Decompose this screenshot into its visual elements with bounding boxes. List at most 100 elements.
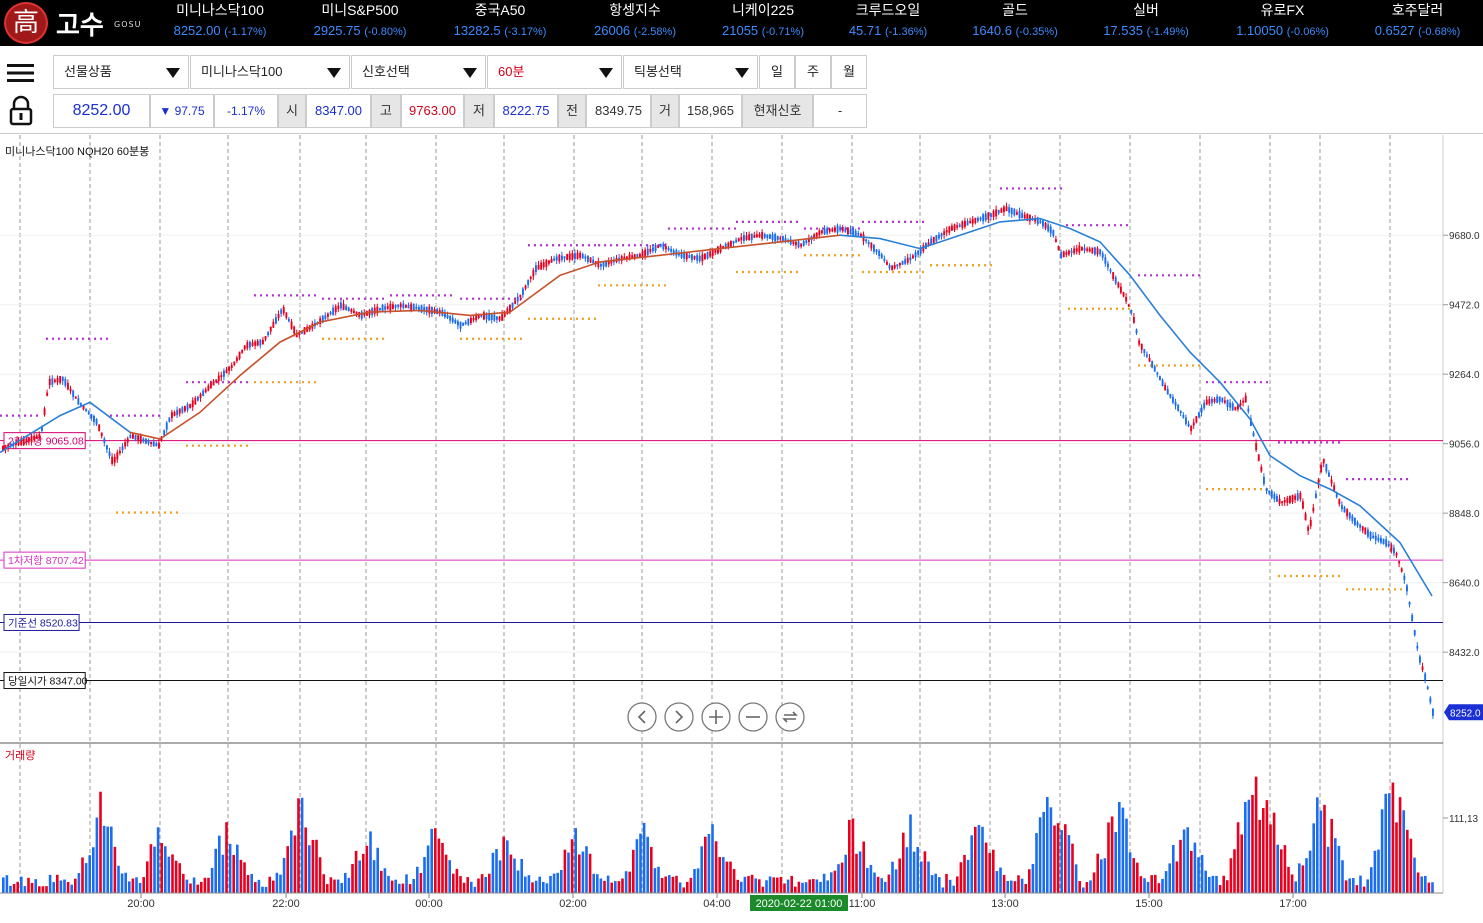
candle-body: [667, 248, 670, 251]
candle-body: [1302, 501, 1304, 509]
candle-body: [327, 313, 329, 317]
candle-body: [1057, 245, 1060, 251]
reset-button[interactable]: [775, 702, 805, 732]
volume-bar: [383, 868, 387, 893]
menu-button[interactable]: [0, 56, 42, 90]
signal-select[interactable]: 신호선택: [351, 55, 486, 89]
app-window: 高 고수 GOSU 미니나스닥100 8252.00 (-1.17%) 미니S&…: [0, 0, 1483, 923]
ticker-item-hangseng[interactable]: 항셍지수 26006 (-2.58%): [575, 0, 695, 46]
x-tick-label: 22:00: [272, 898, 300, 910]
candle-body: [654, 244, 657, 251]
volume-bar: [1251, 794, 1254, 893]
candle-body: [1424, 673, 1427, 681]
volume-bar: [660, 877, 664, 893]
candle-body: [1177, 404, 1180, 411]
candle-body: [888, 265, 891, 269]
period-week-button[interactable]: 주: [795, 55, 831, 89]
ticker-item-nikkei[interactable]: 니케이225 21055 (-0.71%): [703, 0, 823, 46]
ticker-item-aud[interactable]: 호주달러 0.6527 (-0.68%): [1355, 0, 1480, 46]
candle-body: [225, 369, 228, 374]
volume-bar: [995, 871, 999, 893]
prev-button[interactable]: [627, 702, 657, 732]
ticker-item-eurofx[interactable]: 유로FX 1.10050 (-0.06%): [1220, 0, 1345, 46]
candle-body: [841, 226, 844, 232]
ticker-item-nasdaq[interactable]: 미니나스닥100 8252.00 (-1.17%): [160, 0, 280, 46]
period-month-button[interactable]: 월: [831, 55, 867, 89]
volume-bar: [419, 873, 423, 893]
volume-bar: [70, 884, 73, 893]
candle-body: [342, 303, 345, 310]
volume-bar: [826, 880, 829, 893]
candle-body: [384, 306, 387, 310]
candle-body: [834, 227, 836, 232]
ticker-item-sp500[interactable]: 미니S&P500 2925.75 (-0.80%): [300, 0, 420, 46]
volume-bar: [1114, 832, 1117, 893]
volume-bar: [477, 878, 480, 893]
volume-bar: [761, 886, 765, 893]
candle-body: [1107, 263, 1109, 268]
candle-body: [38, 434, 41, 439]
candle-body: [943, 231, 946, 236]
candle-body: [199, 394, 202, 398]
ticker-item-crude[interactable]: 크루드오일 45.71 (-1.36%): [828, 0, 948, 46]
candle-body: [1393, 547, 1395, 554]
candle-body: [1003, 206, 1005, 213]
volume-bar: [898, 858, 901, 893]
candle-body: [568, 253, 571, 260]
tick-select[interactable]: 틱봉선택: [623, 55, 758, 89]
signal-select-value: 신호선택: [362, 64, 410, 79]
interval-select[interactable]: 60분: [487, 55, 622, 89]
y-tick-label: 9264.0: [1449, 370, 1480, 381]
ticker-name: 중국A50: [474, 2, 526, 18]
candle-body: [1091, 247, 1094, 254]
volume-bar: [966, 859, 970, 893]
volume-bar: [588, 853, 592, 893]
volume-bar: [135, 877, 138, 893]
prev-value: 8349.75: [586, 94, 651, 128]
symbol-select[interactable]: 미니나스닥100: [190, 55, 350, 89]
candle-body: [563, 256, 566, 259]
candle-body: [1270, 490, 1273, 498]
ticker-item-silver[interactable]: 실버 17.535 (-1.49%): [1086, 0, 1206, 46]
volume-bar: [952, 885, 955, 893]
volume-bar: [354, 850, 358, 893]
price-chart[interactable]: 2차저항 9065.081차저항 8707.42기준선 8520.83당일시가 …: [0, 135, 1483, 923]
volume-bar: [326, 884, 329, 893]
volume-bar: [279, 874, 282, 893]
lock-button[interactable]: [0, 93, 42, 129]
candle-body: [805, 240, 808, 243]
candle-body: [405, 304, 407, 308]
volume-bar: [905, 847, 909, 893]
volume-bar: [318, 857, 322, 893]
volume-bar: [1128, 852, 1132, 893]
period-day-button[interactable]: 일: [759, 55, 795, 89]
candle-body: [238, 351, 241, 359]
volume-bar: [732, 869, 736, 893]
volume-bar: [891, 861, 894, 893]
volume-bar: [434, 828, 437, 893]
ticker-item-a50[interactable]: 중국A50 13282.5 (-3.17%): [440, 0, 560, 46]
candle-body: [748, 234, 751, 241]
ticker-item-gold[interactable]: 골드 1640.6 (-0.35%): [955, 0, 1075, 46]
logo[interactable]: 高 고수 GOSU: [0, 0, 160, 46]
candle-body: [207, 385, 210, 391]
candle-body: [139, 435, 142, 443]
volume-bar: [1013, 881, 1017, 893]
x-tick-label: 13:00: [991, 898, 1019, 910]
x-tick-label: 15:00: [1135, 898, 1163, 910]
volume-bar: [1240, 834, 1243, 893]
candle-body: [540, 262, 543, 270]
volume-bar: [1294, 881, 1297, 893]
next-button[interactable]: [664, 702, 694, 732]
chart-title: 미니나스닥100 NQH20 60분봉: [5, 145, 149, 158]
candle-body: [873, 244, 875, 252]
candle-body: [800, 243, 803, 247]
chart-area[interactable]: 2차저항 9065.08 1차저항 8707.42 기준선 8520.83 당일시가 …: [0, 135, 1483, 923]
candle-body: [132, 433, 134, 439]
product-select[interactable]: 선물상품: [53, 55, 189, 89]
volume-bar: [1233, 849, 1236, 893]
volume-bar: [808, 879, 811, 893]
volume-bar: [192, 877, 196, 893]
candle-body: [212, 380, 215, 386]
volume-bar: [214, 848, 217, 893]
